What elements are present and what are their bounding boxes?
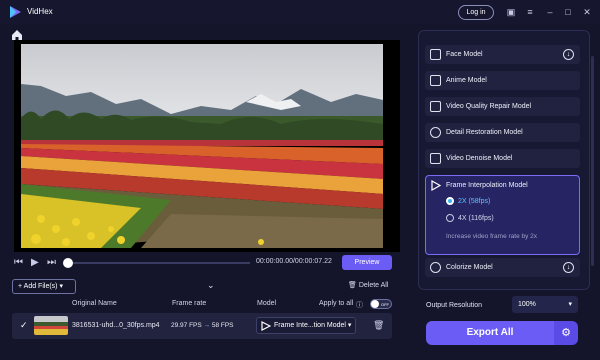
next-frame-icon[interactable]: ⏭	[47, 257, 56, 269]
app-name: VidHex	[27, 7, 53, 16]
timeline-handle[interactable]	[63, 258, 73, 268]
denoise-model-label: Video Denoise Model	[446, 155, 513, 162]
quality-repair-model-icon	[430, 101, 441, 112]
model-select[interactable]: Frame Inte...tion Model ▾	[256, 317, 356, 334]
trash-icon: 🗑	[348, 282, 359, 289]
output-resolution-label: Output Resolution	[426, 302, 483, 309]
add-files-button[interactable]: + Add File(s) ▾	[12, 279, 76, 294]
preview-button[interactable]: Preview	[342, 255, 392, 270]
option-4x-label[interactable]: 4X (116fps)	[458, 215, 494, 222]
previous-frame-icon[interactable]: ⏮	[14, 257, 23, 269]
video-thumbnail	[34, 316, 68, 335]
frame-interpolation-description: Increase video frame rate by 2x	[446, 233, 538, 240]
header-model: Model	[257, 300, 277, 307]
checkmark-icon[interactable]: ✓	[20, 320, 28, 331]
frame-interpolation-model-icon	[431, 180, 441, 191]
menu-icon[interactable]: ≡	[524, 6, 536, 18]
add-files-label: Add File(s)	[23, 283, 58, 290]
message-icon[interactable]: ▣	[505, 6, 517, 18]
face-model-icon	[430, 49, 441, 60]
anime-model-label: Anime Model	[446, 77, 487, 84]
detail-restoration-model-icon	[430, 127, 441, 138]
file-name: 3816531-uhd...0_30fps.mp4	[72, 322, 160, 329]
minimize-icon[interactable]: –	[544, 6, 556, 18]
time-readout: 00:00:00.00/00:00:07.22	[256, 258, 332, 265]
colorize-model-label: Colorize Model	[446, 264, 493, 271]
option-2x-label[interactable]: 2X (58fps)	[458, 198, 490, 205]
download-icon[interactable]: ↓	[563, 262, 574, 273]
maximize-icon[interactable]: □	[562, 6, 574, 18]
output-resolution-value: 100%	[518, 301, 536, 308]
chevron-down-icon: ▾	[345, 322, 352, 329]
denoise-model-icon	[430, 153, 441, 164]
close-icon[interactable]: ✕	[581, 6, 593, 18]
download-icon[interactable]: ↓	[563, 49, 574, 60]
export-all-button[interactable]: Export All	[426, 321, 554, 345]
frame-interpolation-icon	[261, 321, 271, 331]
model-select-label: Frame Inte...tion Model	[274, 322, 346, 329]
app-logo	[10, 6, 21, 18]
fps-from: 29.97 FPS	[171, 322, 202, 329]
header-apply-to-all: Apply to all	[319, 300, 354, 307]
header-frame-rate: Frame rate	[172, 300, 207, 307]
frame-interpolation-model-label: Frame Interpolation Model	[446, 182, 528, 189]
delete-all-label: Delete All	[358, 282, 389, 289]
delete-all-button[interactable]: 🗑 Delete All	[348, 281, 388, 289]
radio-4x[interactable]	[446, 214, 454, 222]
chevron-down-icon: ▾	[568, 301, 572, 308]
quality-repair-model-label: Video Quality Repair Model	[446, 103, 532, 110]
detail-restoration-model-label: Detail Restoration Model	[446, 129, 523, 136]
fps-to: 58 FPS	[211, 322, 234, 329]
trash-icon[interactable]: 🗑	[373, 320, 384, 331]
login-button[interactable]: Log in	[458, 5, 494, 20]
panel-scrollbar[interactable]	[591, 56, 594, 266]
anime-model-icon	[430, 75, 441, 86]
colorize-model-icon	[430, 262, 441, 273]
frame-rate-value: 29.97 FPS → 58 FPS	[171, 322, 234, 329]
output-resolution-select[interactable]: 100% ▾	[512, 296, 578, 313]
toggle-knob	[371, 300, 379, 308]
arrow-right-icon: →	[203, 322, 212, 329]
toggle-off-label: OFF	[381, 302, 389, 307]
face-model-label: Face Model	[446, 51, 483, 58]
video-frame-image	[21, 44, 383, 248]
collapse-chevron-icon[interactable]: ⌄	[207, 280, 215, 291]
info-icon[interactable]: ⓘ	[356, 300, 363, 310]
radio-2x[interactable]	[446, 197, 454, 205]
header-original-name: Original Name	[72, 300, 117, 307]
export-settings-gear-icon[interactable]: ⚙	[554, 321, 578, 345]
timeline-track[interactable]	[66, 262, 250, 264]
chevron-down-icon: ▾	[57, 283, 63, 290]
play-icon[interactable]: ▶	[31, 257, 39, 269]
